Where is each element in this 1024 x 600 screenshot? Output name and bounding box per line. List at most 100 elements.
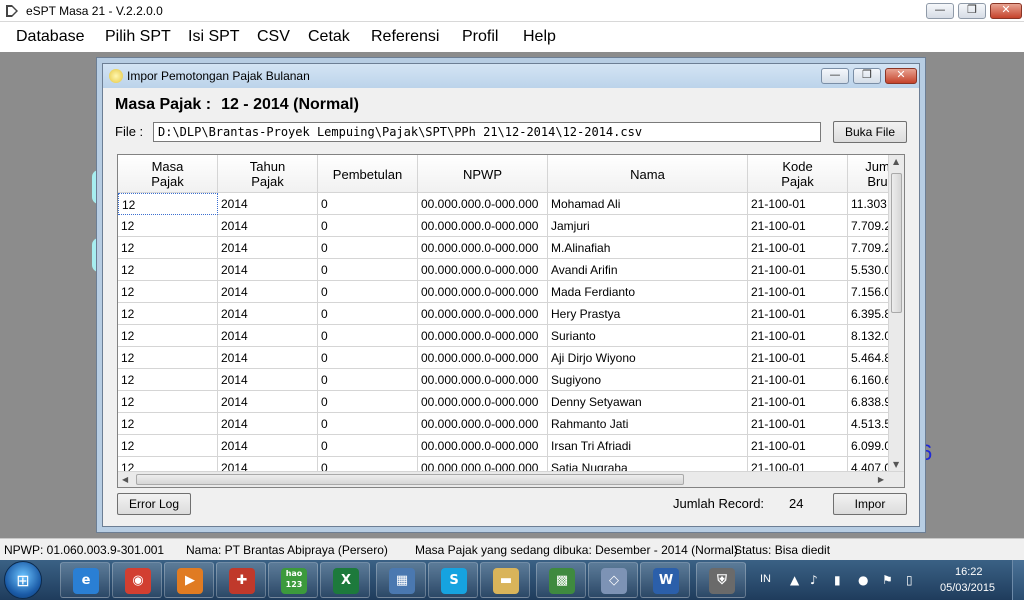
cell-masa-pajak[interactable]: 12 (118, 215, 218, 237)
cell-tahun-pajak[interactable]: 2014 (218, 435, 318, 457)
table-row[interactable]: 12 2014 0 00.000.000.0-000.000 Mohamad Ali 21… (118, 193, 904, 215)
cell-tahun-pajak[interactable]: 2014 (218, 369, 318, 391)
cell-npwp[interactable]: 00.000.000.0-000.000 (418, 413, 548, 435)
cell-nama[interactable]: Rahmanto Jati (548, 413, 748, 435)
cell-tahun-pajak[interactable]: 2014 (218, 325, 318, 347)
cell-pembetulan[interactable]: 0 (318, 193, 418, 215)
cell-masa-pajak[interactable]: 12 (118, 259, 218, 281)
cell-kode-pajak[interactable]: 21-100-01 (748, 237, 848, 259)
cell-pembetulan[interactable]: 0 (318, 369, 418, 391)
cell-pembetulan[interactable]: 0 (318, 391, 418, 413)
cell-kode-pajak[interactable]: 21-100-01 (748, 281, 848, 303)
dialog-minimize-button[interactable]: — (821, 68, 849, 84)
table-row[interactable]: 12 2014 0 00.000.000.0-000.000 Denny Setyawa… (118, 391, 904, 413)
dialog-maximize-button[interactable]: ❐ (853, 68, 881, 84)
cell-kode-pajak[interactable]: 21-100-01 (748, 215, 848, 237)
taskbar-chrome-button[interactable]: ◉ (112, 562, 162, 598)
table-row[interactable]: 12 2014 0 00.000.000.0-000.000 Jamjuri 21-100… (118, 215, 904, 237)
minimize-button[interactable]: — (926, 3, 954, 19)
column-header-masa-pajak[interactable]: Masa Pajak (118, 155, 218, 193)
cell-kode-pajak[interactable]: 21-100-01 (748, 369, 848, 391)
cell-kode-pajak[interactable]: 21-100-01 (748, 193, 848, 215)
cell-npwp[interactable]: 00.000.000.0-000.000 (418, 325, 548, 347)
cell-npwp[interactable]: 00.000.000.0-000.000 (418, 369, 548, 391)
taskbar-security-button[interactable]: ⛨ (696, 562, 746, 598)
taskbar-espt-app-button[interactable]: ▩ (536, 562, 586, 598)
cell-nama[interactable]: Mada Ferdianto (548, 281, 748, 303)
scroll-right-icon[interactable]: ▶ (878, 475, 884, 484)
show-desktop-button[interactable] (1012, 560, 1024, 600)
taskbar-control-panel-button[interactable]: ▦ (376, 562, 426, 598)
cell-nama[interactable]: Denny Setyawan (548, 391, 748, 413)
cell-masa-pajak[interactable]: 12 (118, 325, 218, 347)
cell-tahun-pajak[interactable]: 2014 (218, 215, 318, 237)
cell-kode-pajak[interactable]: 21-100-01 (748, 435, 848, 457)
cell-npwp[interactable]: 00.000.000.0-000.000 (418, 215, 548, 237)
cell-pembetulan[interactable]: 0 (318, 259, 418, 281)
column-header-pembetulan[interactable]: Pembetulan (318, 155, 418, 193)
volume-icon[interactable]: ♪ (810, 573, 818, 587)
cell-masa-pajak[interactable]: 12 (118, 435, 218, 457)
table-row[interactable]: 12 2014 0 00.000.000.0-000.000 M.Alinafiah 21… (118, 237, 904, 259)
impor-button[interactable]: Impor (833, 493, 907, 515)
cell-masa-pajak[interactable]: 12 (118, 391, 218, 413)
flag-icon[interactable]: ⚑ (882, 573, 893, 587)
clock-date[interactable]: 05/03/2015 (940, 582, 995, 594)
cell-kode-pajak[interactable]: 21-100-01 (748, 303, 848, 325)
menu-isi-spt[interactable]: Isi SPT (188, 28, 240, 46)
cell-npwp[interactable]: 00.000.000.0-000.000 (418, 435, 548, 457)
cell-masa-pajak[interactable]: 12 (118, 347, 218, 369)
cell-pembetulan[interactable]: 0 (318, 303, 418, 325)
buka-file-button[interactable]: Buka File (833, 121, 907, 143)
cell-kode-pajak[interactable]: 21-100-01 (748, 391, 848, 413)
cell-tahun-pajak[interactable]: 2014 (218, 281, 318, 303)
table-row[interactable]: 12 2014 0 00.000.000.0-000.000 Mada Ferdiant… (118, 281, 904, 303)
table-row[interactable]: 12 2014 0 00.000.000.0-000.000 Avandi Arifin… (118, 259, 904, 281)
cell-pembetulan[interactable]: 0 (318, 413, 418, 435)
notification-icon[interactable]: ● (858, 573, 868, 587)
cell-nama[interactable]: Avandi Arifin (548, 259, 748, 281)
vertical-scroll-thumb[interactable] (891, 173, 902, 313)
battery-icon[interactable]: ▯ (906, 573, 913, 587)
taskbar-media-player-button[interactable]: ▶ (164, 562, 214, 598)
taskbar-word-button[interactable]: W (640, 562, 690, 598)
cell-nama[interactable]: Irsan Tri Afriadi (548, 435, 748, 457)
cell-pembetulan[interactable]: 0 (318, 325, 418, 347)
cell-kode-pajak[interactable]: 21-100-01 (748, 347, 848, 369)
start-button[interactable]: ⊞ (4, 561, 42, 599)
menu-profil[interactable]: Profil (462, 28, 498, 46)
column-header-kode-pajak[interactable]: Kode Pajak (748, 155, 848, 193)
cell-pembetulan[interactable]: 0 (318, 237, 418, 259)
dialog-close-button[interactable]: ✕ (885, 68, 917, 84)
table-row[interactable]: 12 2014 0 00.000.000.0-000.000 Hery Prastya 2… (118, 303, 904, 325)
table-row[interactable]: 12 2014 0 00.000.000.0-000.000 Surianto 21-10… (118, 325, 904, 347)
cell-tahun-pajak[interactable]: 2014 (218, 413, 318, 435)
cell-pembetulan[interactable]: 0 (318, 347, 418, 369)
cell-kode-pajak[interactable]: 21-100-01 (748, 325, 848, 347)
show-hidden-icons-icon[interactable]: ▲ (790, 573, 799, 587)
menu-help[interactable]: Help (523, 28, 556, 46)
cell-nama[interactable]: M.Alinafiah (548, 237, 748, 259)
scroll-up-icon[interactable]: ▲ (893, 157, 899, 166)
cell-masa-pajak[interactable]: 12 (118, 281, 218, 303)
cell-npwp[interactable]: 00.000.000.0-000.000 (418, 391, 548, 413)
cell-kode-pajak[interactable]: 21-100-01 (748, 413, 848, 435)
scroll-down-icon[interactable]: ▼ (893, 460, 899, 469)
cell-tahun-pajak[interactable]: 2014 (218, 303, 318, 325)
cell-nama[interactable]: Mohamad Ali (548, 193, 748, 215)
maximize-button[interactable]: ❐ (958, 3, 986, 19)
cell-kode-pajak[interactable]: 21-100-01 (748, 259, 848, 281)
cell-nama[interactable]: Aji Dirjo Wiyono (548, 347, 748, 369)
horizontal-scrollbar[interactable]: ◀ ▶ (118, 471, 904, 487)
menu-referensi[interactable]: Referensi (371, 28, 439, 46)
column-header-npwp[interactable]: NPWP (418, 155, 548, 193)
cell-tahun-pajak[interactable]: 2014 (218, 347, 318, 369)
cell-pembetulan[interactable]: 0 (318, 435, 418, 457)
taskbar-scanner-button[interactable]: ◇ (588, 562, 638, 598)
cell-masa-pajak[interactable]: 12 (118, 369, 218, 391)
taskbar-toolbox-button[interactable]: ✚ (216, 562, 266, 598)
menu-pilih-spt[interactable]: Pilih SPT (105, 28, 171, 46)
taskbar-hao123-button[interactable]: hao 123 (268, 562, 318, 598)
cell-nama[interactable]: Jamjuri (548, 215, 748, 237)
vertical-scrollbar[interactable]: ▲ ▼ (888, 155, 904, 471)
